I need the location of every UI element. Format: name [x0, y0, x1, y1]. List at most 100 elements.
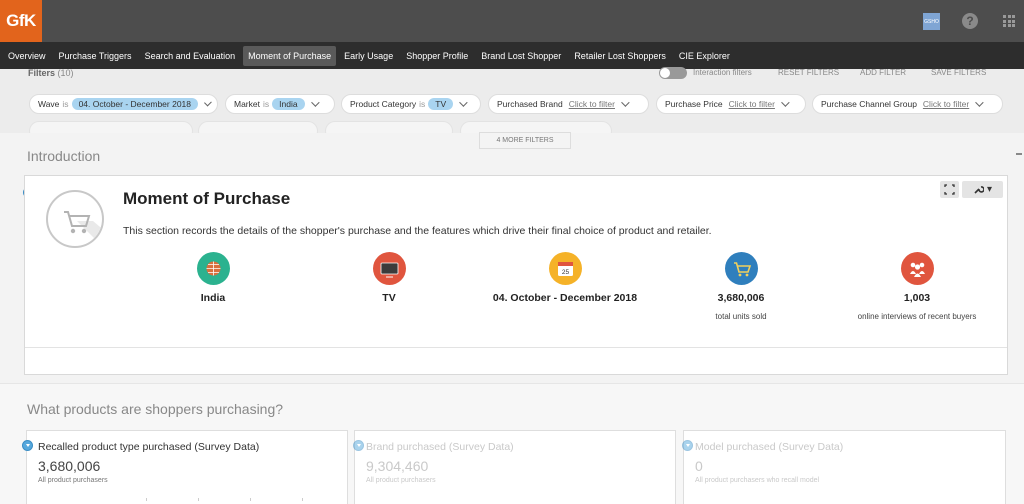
chevron-down-icon: [310, 98, 320, 107]
add-filter-button[interactable]: ADD FILTER: [860, 68, 906, 77]
nav-overview[interactable]: Overview: [3, 46, 51, 66]
filter-chip-wave[interactable]: Wave is 04. October - December 2018: [29, 94, 218, 114]
filter-bar: Filters (10) Interaction filters RESET F…: [0, 67, 1024, 149]
filter-name: Market: [234, 99, 260, 109]
calendar-day: 25: [561, 269, 569, 276]
card-subtitle: All product purchasers: [38, 477, 108, 484]
filter-chip-purchased-brand[interactable]: Purchased Brand Click to filter: [488, 94, 649, 114]
filter-chip-purchase-channel-group[interactable]: Purchase Channel Group Click to filter: [812, 94, 1003, 114]
nav-purchase-triggers[interactable]: Purchase Triggers: [54, 46, 137, 66]
card-value: 9,304,460: [366, 458, 429, 474]
card-marker-icon[interactable]: [682, 440, 693, 451]
card-title: Moment of Purchase: [123, 189, 291, 208]
moment-of-purchase-card: Moment of Purchase This section records …: [24, 175, 1008, 375]
nav-shopper-profile[interactable]: Shopper Profile: [401, 46, 473, 66]
more-filters-label: 4 MORE FILTERS: [496, 137, 554, 144]
top-bar: GfK GSHO ?: [0, 0, 1024, 42]
filter-is: is: [62, 99, 69, 109]
model-purchased-card: Model purchased (Survey Data) 0 All prod…: [683, 430, 1006, 504]
wrench-menu-button[interactable]: ▾: [962, 181, 1003, 198]
axis-tick: [250, 498, 251, 501]
gfk-logo[interactable]: GfK: [0, 0, 42, 42]
more-filters-button[interactable]: 4 MORE FILTERS: [479, 132, 571, 149]
nav-moment-of-purchase[interactable]: Moment of Purchase: [243, 45, 337, 66]
card-subtitle: All product purchasers: [366, 477, 436, 484]
wrench-icon: [974, 186, 984, 194]
nav-early-usage[interactable]: Early Usage: [339, 46, 398, 66]
axis-tick: [198, 498, 199, 501]
filter-name: Purchased Brand: [497, 99, 563, 109]
filters-heading: Filters (10): [28, 68, 74, 78]
card-title: Recalled product type purchased (Survey …: [38, 441, 260, 453]
recalled-product-type-card: Recalled product type purchased (Survey …: [26, 430, 348, 504]
help-icon[interactable]: ?: [962, 13, 978, 29]
filter-value: TV: [428, 98, 454, 110]
collapse-icon[interactable]: [1016, 153, 1022, 155]
globe-icon: [196, 252, 230, 285]
user-avatar[interactable]: GSHO: [923, 13, 940, 30]
nav-brand-lost-shopper[interactable]: Brand Lost Shopper: [476, 46, 566, 66]
tv-icon: [372, 252, 406, 285]
products-section: What products are shoppers purchasing? R…: [0, 383, 1024, 504]
card-marker-icon[interactable]: [353, 440, 364, 451]
click-to-filter-link[interactable]: Click to filter: [569, 99, 615, 109]
stat-wave: 25 04. October - December 2018: [465, 252, 665, 304]
cart-icon: [724, 252, 758, 285]
filters-title: Filters: [28, 68, 56, 78]
chevron-down-icon: [781, 98, 790, 107]
filter-name: Purchase Channel Group: [821, 99, 917, 109]
filter-name: Wave: [38, 99, 60, 109]
expand-icon[interactable]: [940, 181, 959, 198]
reset-filters-button[interactable]: RESET FILTERS: [778, 68, 839, 77]
card-value: 0: [695, 458, 703, 474]
introduction-section: Introduction Moment of Purchase This sec…: [0, 133, 1024, 383]
section-title: Introduction: [27, 148, 101, 164]
chevron-down-icon: [621, 98, 630, 107]
filter-is: is: [262, 99, 270, 109]
filter-chip-market[interactable]: Market is India: [225, 94, 335, 114]
filter-value: 04. October - December 2018: [71, 98, 199, 110]
section-title: What products are shoppers purchasing?: [27, 401, 284, 417]
filter-name: Purchase Price: [665, 99, 723, 109]
filter-chip-purchase-price[interactable]: Purchase Price Click to filter: [656, 94, 806, 114]
nav-search-evaluation[interactable]: Search and Evaluation: [140, 46, 241, 66]
stat-value: 1,003: [903, 292, 931, 304]
dropdown-caret: ▾: [986, 184, 993, 195]
card-divider: [25, 347, 1007, 348]
stat-value: 3,680,006: [717, 292, 765, 304]
stat-category: TV: [289, 252, 489, 304]
click-to-filter-link[interactable]: Click to filter: [923, 99, 969, 109]
filter-name: Product Category: [350, 99, 417, 109]
interaction-filters-label: Interaction filters: [693, 68, 752, 77]
card-title: Brand purchased (Survey Data): [366, 441, 514, 453]
nav-cie-explorer[interactable]: CIE Explorer: [674, 46, 735, 66]
apps-grid-icon[interactable]: [1003, 15, 1015, 27]
cart-icon: [46, 190, 104, 248]
stat-value: 04. October - December 2018: [492, 292, 638, 304]
interaction-filters-toggle[interactable]: [659, 67, 687, 79]
filter-is: is: [419, 99, 426, 109]
axis-tick: [302, 498, 303, 501]
stat-interviews: 1,003 online interviews of recent buyers: [817, 252, 1017, 321]
main-nav: Overview Purchase Triggers Search and Ev…: [0, 42, 1024, 69]
nav-retailer-lost-shoppers[interactable]: Retailer Lost Shoppers: [569, 46, 671, 66]
chevron-down-icon: [459, 98, 468, 107]
card-value: 3,680,006: [38, 458, 101, 474]
calendar-icon: 25: [548, 252, 582, 285]
card-marker-icon[interactable]: [22, 440, 33, 451]
filter-chip-product-category[interactable]: Product Category is TV: [341, 94, 481, 114]
stat-label: total units sold: [715, 312, 767, 321]
stat-value: India: [200, 292, 226, 304]
card-description: This section records the details of the …: [123, 225, 712, 237]
stat-market: India: [113, 252, 313, 304]
card-subtitle: All product purchasers who recall model: [695, 477, 820, 484]
stat-label: online interviews of recent buyers: [857, 312, 977, 321]
filters-count: (10): [57, 68, 74, 78]
card-title: Model purchased (Survey Data): [695, 441, 844, 453]
save-filters-button[interactable]: SAVE FILTERS: [931, 68, 986, 77]
chevron-down-icon: [975, 98, 984, 107]
filter-value: India: [272, 98, 305, 110]
stat-value: TV: [382, 292, 396, 304]
click-to-filter-link[interactable]: Click to filter: [729, 99, 775, 109]
brand-purchased-card: Brand purchased (Survey Data) 9,304,460 …: [354, 430, 676, 504]
